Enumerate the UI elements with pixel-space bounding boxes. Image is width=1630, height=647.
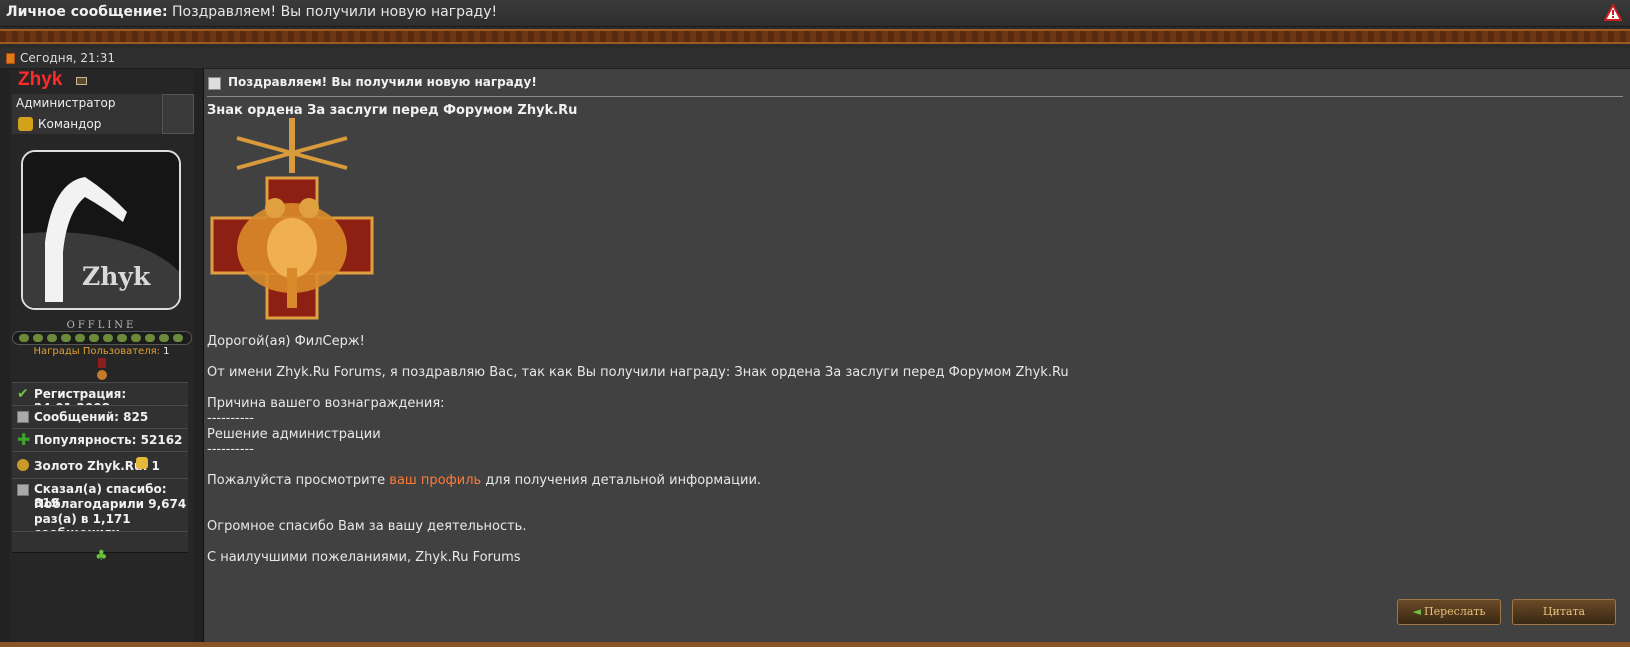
reason-value: ----------: [207, 411, 254, 426]
closing-line: С наилучшими пожеланиями, Zhyk.Ru Forums: [207, 550, 521, 565]
message-title: Поздравляем! Вы получили новую награду!: [228, 75, 537, 89]
posts-text: Сообщений: 825: [34, 410, 149, 424]
title-subject: Поздравляем! Вы получили новую награду!: [172, 4, 498, 20]
greeting: Дорогой(ая) ФилСерж!: [207, 334, 365, 349]
profile-line: Пожалуйста просмотрите ваш профиль для п…: [207, 473, 761, 488]
bottom-border: [0, 642, 1630, 647]
stat-gold: Золото Zhyk.Ru: 1: [12, 451, 188, 479]
coins-icon[interactable]: [136, 457, 148, 469]
message-envelope-icon[interactable]: [76, 77, 87, 85]
profile-link[interactable]: ваш профиль: [389, 473, 481, 488]
decision-value: ----------: [207, 442, 254, 457]
thanks-received: Поблагодарили 9,674: [34, 497, 187, 511]
forward-button[interactable]: ◄ Переслать: [1397, 599, 1501, 625]
document-icon: [17, 484, 29, 496]
document-icon: [17, 411, 29, 423]
award-medal-image: [210, 118, 374, 320]
online-status: OFFLINE: [66, 320, 137, 331]
role-box-ornament: [162, 94, 194, 134]
reputation-bar: [12, 331, 192, 345]
title-bar: Личное сообщение: Поздравляем! Вы получи…: [0, 0, 1630, 27]
arrow-left-icon: ◄: [1412, 605, 1422, 618]
user-title: Администратор: [16, 96, 116, 110]
rank-icon: [18, 117, 33, 131]
post-icon: [6, 53, 15, 64]
title-divider: [207, 96, 1623, 97]
stat-reputation: ✚ Популярность: 52162: [12, 428, 188, 452]
congrats-line: От имени Zhyk.Ru Forums, я поздравляю Ва…: [207, 365, 1069, 380]
profile-pre: Пожалуйста просмотрите: [207, 473, 390, 488]
gold-icon: [17, 459, 29, 471]
stat-thanks: Сказал(а) спасибо: 819 Поблагодарили 9,6…: [12, 478, 188, 540]
quote-button[interactable]: Цитата: [1512, 599, 1616, 625]
stat-posts: Сообщений: 825: [12, 405, 188, 429]
post-date-row: Сегодня, 21:31: [0, 48, 1630, 69]
awards-count: 1: [163, 346, 170, 357]
ornament-divider: [0, 29, 1630, 44]
stat-registration: ✔ Регистрация: 24.01.2008: [12, 382, 188, 415]
report-warning-icon[interactable]: [1604, 4, 1622, 21]
message-icon: [208, 77, 221, 90]
forward-label: Переслать: [1424, 605, 1486, 618]
avatar-caption: Zhyk: [82, 262, 151, 291]
profile-post: для получения детальной информации.: [481, 473, 762, 488]
decision-label: Решение администрации: [207, 427, 381, 442]
title-text: Личное сообщение: Поздравляем! Вы получи…: [6, 4, 498, 20]
awards-label: Награды Пользователя: 1: [0, 346, 203, 357]
quote-label: Цитата: [1542, 605, 1586, 618]
award-mini-icon[interactable]: [96, 358, 108, 384]
clover-icon[interactable]: ♣: [95, 548, 108, 564]
title-label: Личное сообщение: [6, 4, 162, 20]
reason-label: Причина вашего вознаграждения:: [207, 396, 445, 411]
reputation-text: Популярность: 52162: [34, 433, 183, 447]
check-icon: ✔: [17, 386, 29, 402]
username-link[interactable]: Zhyk: [18, 69, 62, 91]
post-date: Сегодня, 21:31: [20, 51, 115, 65]
plus-icon: ✚: [17, 430, 31, 449]
awards-label-text: Награды Пользователя:: [33, 346, 160, 357]
user-rank: Командор: [38, 117, 102, 131]
thanks-line: Огромное спасибо Вам за вашу деятельност…: [207, 519, 527, 534]
award-name: Знак ордена За заслуги перед Форумом Zhy…: [207, 103, 578, 118]
